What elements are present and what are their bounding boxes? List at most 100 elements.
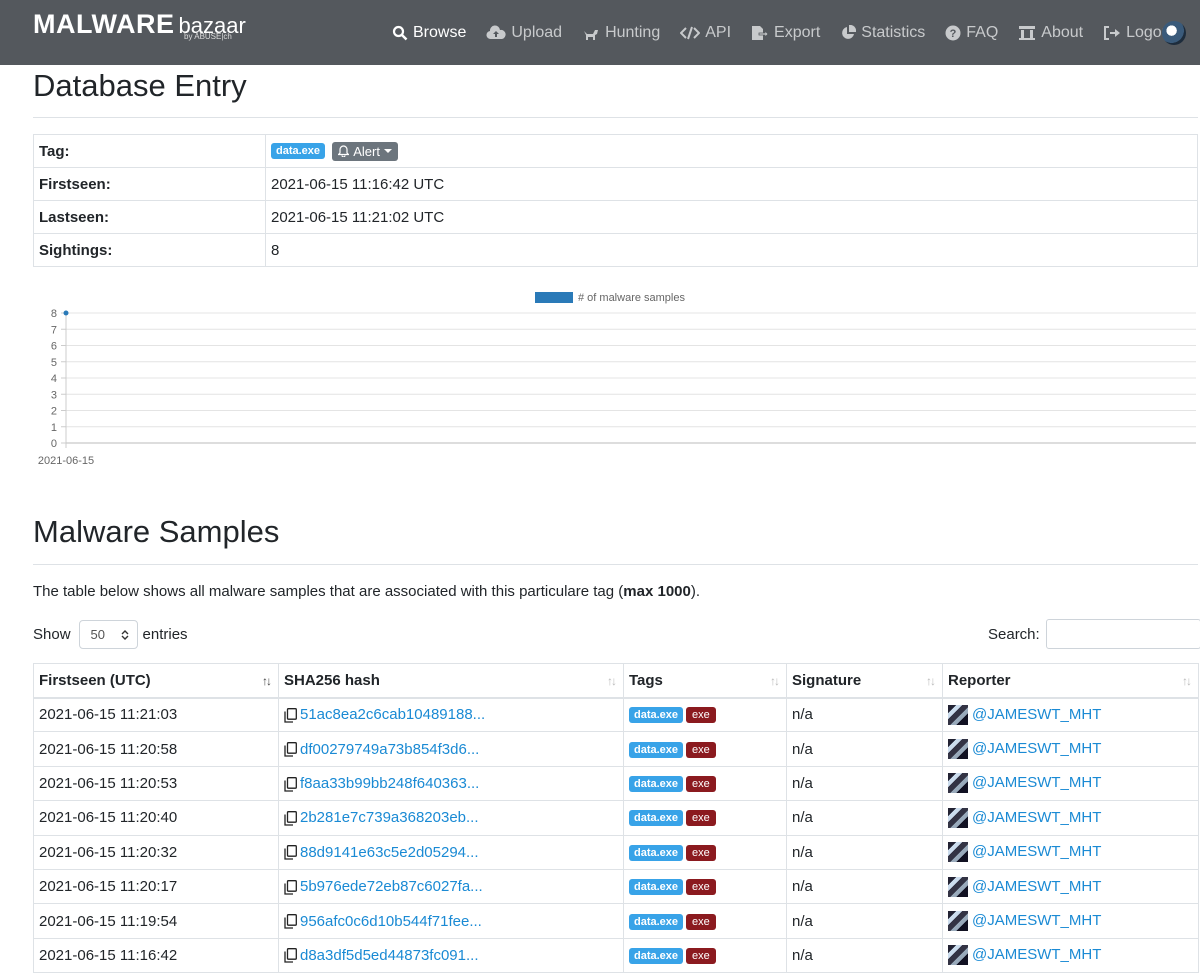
search-input[interactable]: [1045, 619, 1200, 649]
top-navbar: MALWARE bazaar by ABUSE|ch Browse Upload …: [0, 0, 1200, 65]
reporter-link[interactable]: @JAMESWT_MHT: [972, 740, 1101, 757]
nav-browse-label: Browse: [413, 23, 467, 41]
nav-export[interactable]: Export: [751, 24, 820, 42]
intro-bold: max 1000: [623, 583, 691, 600]
nav-upload[interactable]: Upload: [486, 24, 562, 42]
sha256-link[interactable]: f8aa33b99bb248f640363...: [300, 775, 479, 792]
copy-icon[interactable]: [284, 879, 297, 895]
row-tags: data.exe exe: [623, 868, 787, 905]
filetype-badge[interactable]: exe: [686, 947, 716, 964]
row-signature: n/a: [786, 868, 943, 905]
copy-icon[interactable]: [284, 810, 297, 826]
alert-dropdown-button[interactable]: Alert: [332, 141, 398, 161]
row-firstseen: 2021-06-15 11:20:32: [33, 834, 279, 870]
reporter-link[interactable]: @JAMESWT_MHT: [972, 809, 1101, 826]
reporter-link[interactable]: @JAMESWT_MHT: [972, 912, 1101, 929]
tag-badge[interactable]: data.exe: [629, 707, 684, 724]
row-firstseen: 2021-06-15 11:20:53: [33, 765, 279, 802]
copy-icon[interactable]: [284, 708, 297, 723]
y-tick-label: 5: [51, 357, 57, 369]
filetype-badge[interactable]: exe: [686, 775, 716, 792]
page-title: Database Entry: [33, 68, 247, 103]
brand-by-text: by ABUSE|ch: [184, 32, 232, 41]
row-tags: data.exe exe: [623, 696, 787, 733]
sha256-link[interactable]: 2b281e7c739a368203eb...: [300, 809, 479, 826]
nav-statistics[interactable]: Statistics: [840, 24, 925, 42]
row-firstseen: 2021-06-15 11:21:03: [33, 696, 279, 733]
dog-icon: [584, 29, 599, 40]
sha256-link[interactable]: 51ac8ea2c6cab10489188...: [300, 706, 485, 723]
caret-down-icon: [383, 149, 392, 153]
y-tick-label: 4: [51, 373, 57, 385]
sightings-value: 8: [265, 233, 1198, 267]
sha256-link[interactable]: df00279749a73b854f3d6...: [300, 741, 479, 758]
nav-hunting[interactable]: Hunting: [582, 24, 660, 42]
user-avatar[interactable]: [1162, 21, 1186, 45]
copy-icon[interactable]: [284, 845, 297, 860]
sha256-link[interactable]: 5b976ede72eb87c6027fa...: [300, 878, 483, 895]
row-signature: n/a: [786, 765, 943, 802]
tag-badge[interactable]: data.exe: [271, 143, 326, 159]
filetype-badge[interactable]: exe: [686, 810, 716, 827]
filetype-badge[interactable]: exe: [686, 844, 716, 861]
reporter-link[interactable]: @JAMESWT_MHT: [972, 878, 1101, 895]
nav-about-label: About: [1041, 23, 1084, 41]
copy-icon[interactable]: [284, 948, 297, 964]
y-tick-label: 8: [51, 308, 57, 320]
sha256-link[interactable]: 956afc0c6d10b544f71fee...: [300, 913, 482, 930]
row-signature: n/a: [786, 937, 943, 973]
lastseen-label: Lastseen:: [33, 200, 266, 234]
tag-badge[interactable]: data.exe: [629, 913, 684, 930]
filetype-badge[interactable]: exe: [686, 879, 716, 896]
copy-icon[interactable]: [284, 742, 297, 757]
reporter-link[interactable]: @JAMESWT_MHT: [972, 706, 1101, 723]
tag-badge[interactable]: data.exe: [629, 775, 684, 792]
row-hash-cell: df00279749a73b854f3d6...: [278, 731, 624, 767]
col-signature[interactable]: Signature ↑↓: [786, 663, 943, 699]
sha256-link[interactable]: d8a3df5d5ed44873fc091...: [300, 947, 479, 964]
pie-chart-icon: [842, 24, 857, 39]
tag-badge[interactable]: data.exe: [629, 879, 684, 896]
col-reporter[interactable]: Reporter ↑↓: [942, 663, 1199, 699]
tag-row: Tag: data.exe Alert: [33, 134, 1198, 168]
tag-badge[interactable]: data.exe: [629, 844, 684, 861]
brand-main-text: MALWARE: [33, 9, 175, 39]
row-hash-cell: 88d9141e63c5e2d05294...: [278, 834, 624, 870]
entries-label: entries: [142, 626, 188, 643]
reporter-link[interactable]: @JAMESWT_MHT: [972, 774, 1101, 791]
cloud-upload-icon: [486, 24, 506, 39]
legend-swatch: [535, 292, 573, 303]
filetype-badge[interactable]: exe: [686, 707, 716, 724]
reporter-link[interactable]: @JAMESWT_MHT: [972, 946, 1101, 963]
lastseen-value: 2021-06-15 11:21:02 UTC: [265, 200, 1198, 234]
nav-browse[interactable]: Browse: [392, 24, 466, 42]
nav-about[interactable]: About: [1018, 24, 1083, 42]
tag-label: Tag:: [33, 134, 266, 168]
nav-statistics-label: Statistics: [861, 23, 926, 41]
entries-select[interactable]: 50: [78, 620, 138, 649]
sightings-row: Sightings: 8: [33, 233, 1198, 267]
col-sha256[interactable]: SHA256 hash ↑↓: [278, 663, 624, 699]
col-tags-label: Tags: [629, 671, 663, 689]
reporter-avatar: [948, 911, 968, 932]
col-tags[interactable]: Tags ↑↓: [623, 663, 787, 699]
nav-api[interactable]: API: [680, 24, 731, 42]
row-hash-cell: 956afc0c6d10b544f71fee...: [278, 903, 624, 939]
row-hash-cell: f8aa33b99bb248f640363...: [278, 765, 624, 802]
copy-icon[interactable]: [284, 914, 297, 929]
col-firstseen[interactable]: Firstseen (UTC) ↑↓: [33, 663, 279, 699]
reporter-link[interactable]: @JAMESWT_MHT: [972, 843, 1101, 860]
tag-badge[interactable]: data.exe: [629, 741, 684, 758]
sort-icon: ↑↓: [607, 674, 617, 688]
copy-icon[interactable]: [284, 776, 297, 792]
nav-faq[interactable]: ? FAQ: [945, 24, 998, 42]
nav-upload-label: Upload: [511, 23, 563, 41]
sha256-link[interactable]: 88d9141e63c5e2d05294...: [300, 844, 479, 861]
tag-badge[interactable]: data.exe: [629, 810, 684, 827]
filetype-badge[interactable]: exe: [686, 913, 716, 930]
tag-badge[interactable]: data.exe: [629, 947, 684, 964]
data-point: [63, 310, 69, 316]
filetype-badge[interactable]: exe: [686, 741, 716, 758]
show-label: Show: [33, 626, 71, 643]
row-tags: data.exe exe: [623, 903, 787, 939]
